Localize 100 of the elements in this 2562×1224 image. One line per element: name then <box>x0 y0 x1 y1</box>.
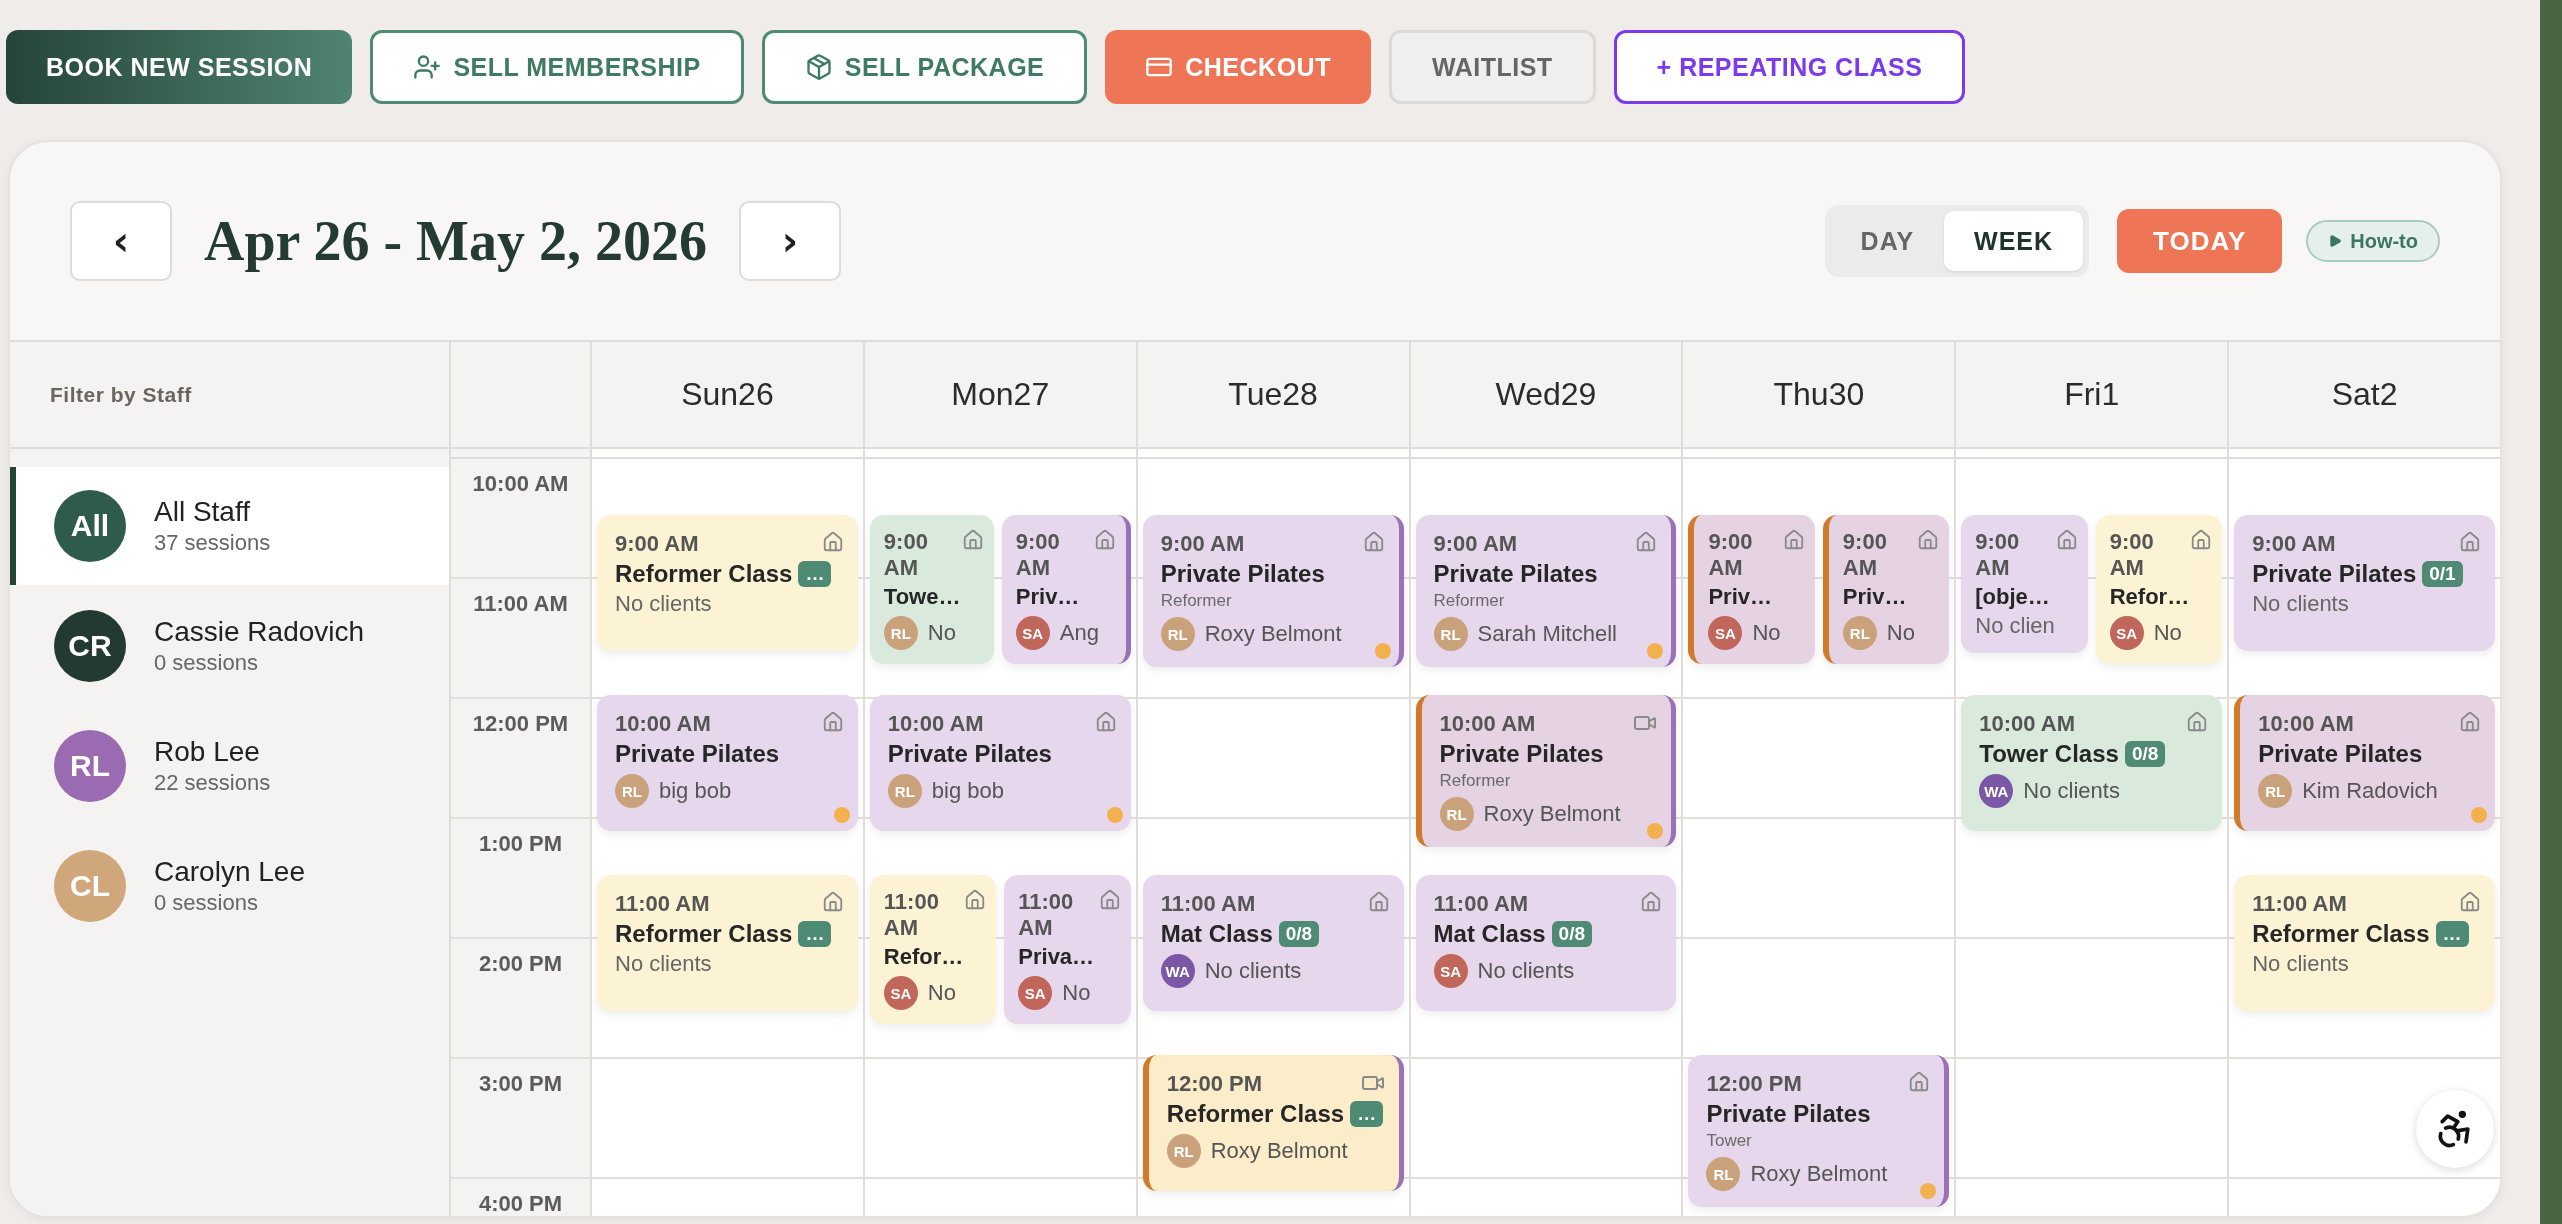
next-button[interactable]: › <box>738 201 841 281</box>
session-card[interactable]: 9:00 AM Priv… SA Ang <box>1001 515 1131 664</box>
session-card[interactable]: 12:00 PM Private Pilates Tower RL Roxy Belmont <box>1688 1055 1950 1207</box>
session-time: 11:00 AM <box>883 889 940 941</box>
client-name: No clients <box>2023 778 2120 804</box>
capacity-tag: … <box>798 921 832 947</box>
client-avatar: RL <box>1160 617 1195 651</box>
capacity-tag: … <box>2435 921 2469 947</box>
session-card[interactable]: 11:00 AM Mat Class 0/8 SA No clients <box>1415 875 1677 1011</box>
session-equipment: Reformer <box>1160 591 1233 611</box>
session-title: Refor… <box>883 944 964 970</box>
view-tab[interactable]: WEEK <box>1944 211 2084 271</box>
client-note: No clients <box>2252 591 2350 617</box>
staff-name: Carolyn Lee <box>154 856 305 888</box>
house-icon <box>1635 531 1658 553</box>
session-card[interactable]: 11:00 AM Refor… SA No <box>869 875 997 1024</box>
session-card[interactable]: 10:00 AM Private Pilates Reformer RL Roxy Belmont <box>1415 695 1677 847</box>
session-card[interactable]: 10:00 AM Private Pilates RL big bob <box>869 695 1131 831</box>
session-card[interactable]: 9:00 AM Private Pilates Reformer RL Roxy Belmont <box>1142 515 1404 667</box>
client-name: No <box>1886 620 1915 646</box>
toolbar-button[interactable]: SELL PACKAGE <box>761 30 1088 104</box>
client-avatar: RL <box>1842 616 1877 650</box>
client-note: No clients <box>2252 951 2350 977</box>
house-icon <box>2459 891 2481 913</box>
client-name: No clients <box>1477 958 1575 984</box>
session-card[interactable]: 10:00 AM Tower Class 0/8 WA No clients <box>1961 695 2223 831</box>
session-equipment: Tower <box>1706 1131 1753 1151</box>
session-card[interactable]: 11:00 AM Mat Class 0/8 WA No clients <box>1142 875 1404 1011</box>
session-time: 10:00 AM <box>1979 711 2076 737</box>
session-title: Priv… <box>1708 584 1772 610</box>
session-card[interactable]: 9:00 AM Priv… RL No <box>1822 515 1950 664</box>
date-range-title: Apr 26 - May 2, 2026 <box>204 209 707 273</box>
staff-item[interactable]: All All Staff 37 sessions <box>10 467 449 585</box>
staff-avatar: CR <box>54 610 126 682</box>
staff-item[interactable]: RL Rob Lee 22 sessions <box>10 707 449 825</box>
session-title: Priv… <box>1015 584 1080 610</box>
session-card[interactable]: 10:00 AM Private Pilates RL Kim Radovich <box>2234 695 2495 831</box>
session-count: 0 sessions <box>154 890 259 916</box>
add-user-icon <box>413 53 442 81</box>
how-to-button[interactable]: How-to <box>2306 220 2440 262</box>
session-card[interactable]: 11:00 AM Priva… SA No <box>1004 875 1131 1024</box>
package-icon <box>804 53 833 81</box>
toolbar-button[interactable]: SELL MEMBERSHIP <box>370 30 744 104</box>
session-card[interactable]: 9:00 AM Towe… RL No <box>869 515 994 664</box>
session-card[interactable]: 11:00 AM Reformer Class … No clients <box>597 875 858 1011</box>
previous-button[interactable]: ‹ <box>70 201 172 281</box>
client-avatar: RL <box>1433 617 1468 651</box>
house-icon <box>1093 529 1116 551</box>
day-header: Thu30 <box>1681 342 1955 449</box>
house-icon <box>2459 711 2481 733</box>
client-avatar: SA <box>2109 616 2144 650</box>
session-time: 9:00 AM <box>2252 531 2336 557</box>
house-icon <box>1098 889 1121 911</box>
client-avatar: SA <box>1018 976 1053 1010</box>
session-time: 12:00 PM <box>1706 1071 1802 1097</box>
time-label: 12:00 PM <box>472 711 569 737</box>
session-card[interactable]: 9:00 AM Priv… SA No <box>1688 515 1815 664</box>
session-card[interactable]: 9:00 AM [obje… No clien <box>1961 515 2088 653</box>
session-time: 10:00 AM <box>1439 711 1536 737</box>
session-card[interactable]: 9:00 AM Reformer Class … No clients <box>597 515 858 651</box>
staff-avatar: All <box>54 490 126 562</box>
session-card[interactable]: 10:00 AM Private Pilates RL big bob <box>597 695 858 831</box>
session-title: Private Pilates <box>1706 1100 1871 1128</box>
time-label: 3:00 PM <box>478 1071 563 1097</box>
toolbar-button[interactable]: BOOK NEW SESSION <box>6 30 353 104</box>
session-card[interactable]: 9:00 AM Private Pilates 0/1 No clients <box>2234 515 2495 651</box>
staff-item[interactable]: CR Cassie Radovich 0 sessions <box>10 587 449 705</box>
session-time: 9:00 AM <box>2109 529 2155 581</box>
staff-name: Cassie Radovich <box>154 616 365 648</box>
client-avatar: RL <box>887 774 922 808</box>
house-icon <box>2459 531 2481 553</box>
session-time: 9:00 AM <box>615 531 699 557</box>
toolbar-button[interactable]: + REPEATING CLASS <box>1613 30 1966 104</box>
session-title: Private Pilates <box>1439 740 1604 768</box>
client-note: No clients <box>615 951 713 977</box>
client-avatar: RL <box>1439 797 1474 831</box>
house-icon <box>964 889 987 911</box>
session-card[interactable]: 9:00 AM Private Pilates Reformer RL Sarah Mitchell <box>1415 515 1677 667</box>
session-card[interactable]: 12:00 PM Reformer Class … RL Roxy Belmont <box>1142 1055 1404 1191</box>
view-tab[interactable]: DAY <box>1830 211 1945 271</box>
client-avatar: WA <box>1160 954 1195 988</box>
client-avatar: SA <box>883 976 918 1010</box>
staff-name: Rob Lee <box>154 736 261 768</box>
session-card[interactable]: 11:00 AM Reformer Class … No clients <box>2234 875 2495 1011</box>
toolbar-button[interactable]: WAITLIST <box>1388 30 1596 104</box>
client-name: No clients <box>1204 958 1302 984</box>
client-avatar: SA <box>1433 954 1468 988</box>
session-equipment: Reformer <box>1433 591 1506 611</box>
session-time: 11:00 AM <box>615 891 710 917</box>
session-time: 9:00 AM <box>1160 531 1245 557</box>
session-title: Private Pilates <box>1160 560 1325 588</box>
client-name: Roxy Belmont <box>1483 801 1621 827</box>
staff-item[interactable]: CL Carolyn Lee 0 sessions <box>10 827 449 945</box>
session-time: 9:00 AM <box>1433 531 1518 557</box>
session-time: 9:00 AM <box>1975 529 2021 581</box>
session-card[interactable]: 9:00 AM Refor… SA No <box>2095 515 2223 664</box>
client-avatar: WA <box>1979 774 2014 808</box>
client-name: Ang <box>1059 620 1099 646</box>
session-time: 11:00 AM <box>2252 891 2347 917</box>
house-icon <box>961 529 984 551</box>
